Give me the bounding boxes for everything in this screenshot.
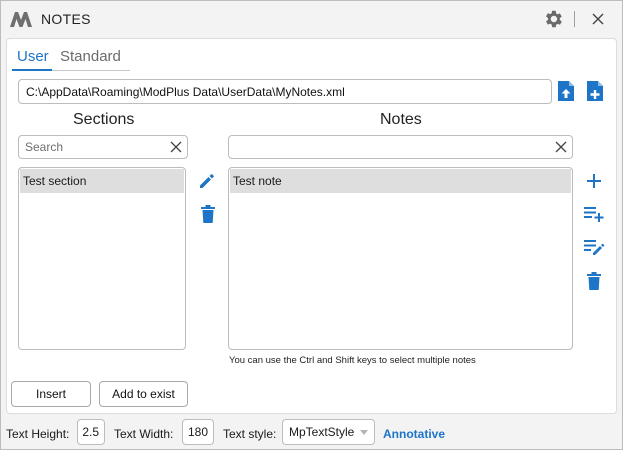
sections-header: Sections — [73, 111, 135, 128]
title-separator — [574, 11, 575, 27]
close-icon[interactable] — [591, 12, 605, 26]
sections-search-field — [18, 135, 188, 159]
text-height-input[interactable]: 2.5 — [77, 419, 105, 445]
add-icon[interactable] — [585, 172, 603, 190]
sections-list[interactable]: Test section — [18, 167, 186, 350]
list-item[interactable]: Test section — [20, 169, 184, 193]
tab-standard[interactable]: Standard — [60, 48, 121, 65]
active-tab-indicator — [12, 69, 52, 71]
notes-window: NOTES User Standard C:\AppData\Roaming\M… — [0, 0, 623, 450]
text-style-select[interactable]: MpTextStyle — [282, 419, 375, 445]
list-item[interactable]: Test note — [230, 169, 571, 193]
text-width-label: Text Width: — [114, 427, 174, 441]
text-style-value: MpTextStyle — [289, 425, 355, 439]
edit-icon[interactable] — [198, 172, 216, 190]
playlist-add-icon[interactable] — [583, 205, 605, 223]
delete-icon[interactable] — [200, 204, 216, 224]
app-logo-icon — [10, 12, 32, 27]
title-bar[interactable]: NOTES — [1, 1, 622, 37]
notes-search-input[interactable] — [229, 136, 572, 158]
content-panel: User Standard C:\AppData\Roaming\ModPlus… — [6, 38, 617, 414]
gear-icon[interactable] — [542, 8, 564, 30]
clear-search-icon[interactable] — [170, 141, 182, 153]
clear-search-icon[interactable] — [555, 141, 567, 153]
notes-list[interactable]: Test note — [228, 167, 573, 350]
text-width-input[interactable]: 180 — [182, 419, 214, 445]
sections-search-input[interactable] — [19, 136, 187, 158]
window-title: NOTES — [41, 11, 91, 27]
multi-select-hint: You can use the Ctrl and Shift keys to s… — [229, 355, 476, 366]
file-upload-icon[interactable] — [556, 80, 576, 102]
file-add-icon[interactable] — [585, 80, 605, 102]
text-height-label: Text Height: — [6, 427, 70, 441]
tab-user[interactable]: User — [17, 48, 49, 65]
notes-search-field — [228, 135, 573, 159]
add-to-exist-button[interactable]: Add to exist — [99, 381, 188, 407]
text-style-label: Text style: — [223, 427, 277, 441]
file-path-field[interactable]: C:\AppData\Roaming\ModPlus Data\UserData… — [18, 79, 552, 104]
annotative-toggle[interactable]: Annotative — [383, 427, 445, 441]
insert-button[interactable]: Insert — [11, 381, 91, 407]
chevron-down-icon — [360, 430, 368, 435]
delete-icon[interactable] — [586, 271, 602, 291]
text-settings-bar: Text Height: 2.5 Text Width: 180 Text st… — [1, 419, 622, 449]
playlist-edit-icon[interactable] — [583, 238, 605, 256]
notes-header: Notes — [380, 111, 422, 128]
